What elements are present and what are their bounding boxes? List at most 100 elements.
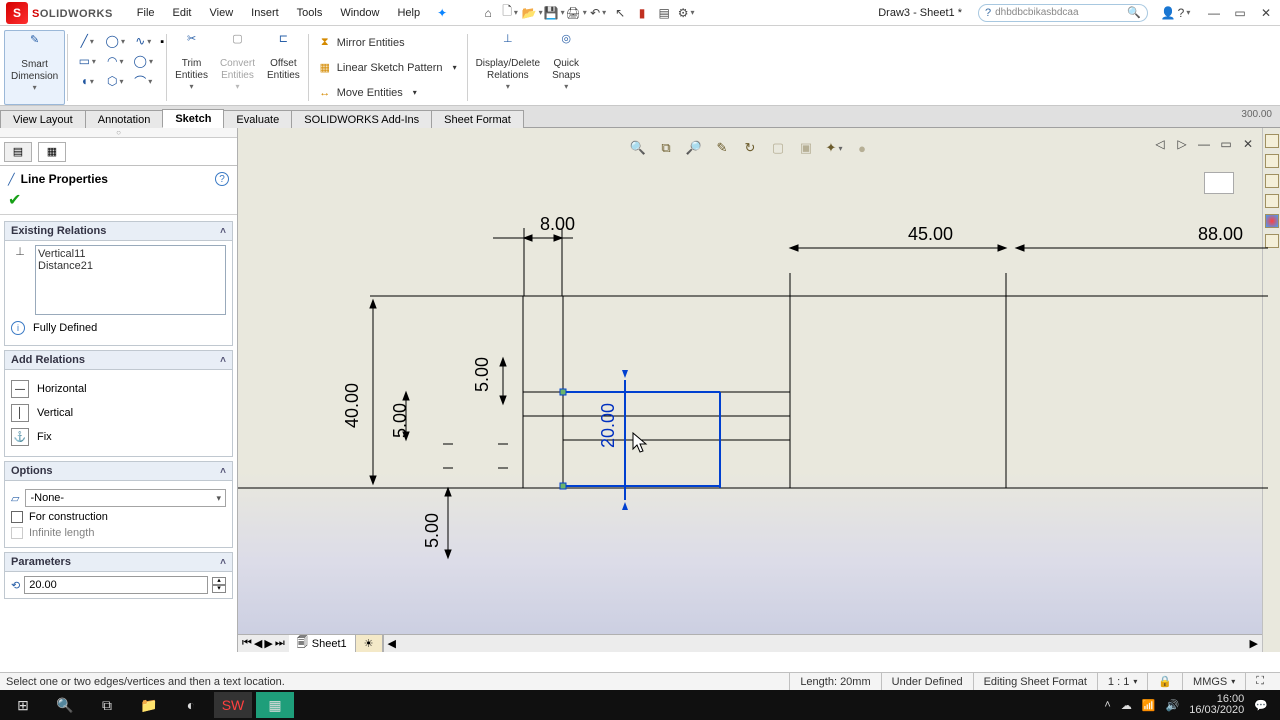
taskbar-search-icon[interactable]: 🔍	[46, 692, 84, 718]
convert-entities-button[interactable]: ▢Convert Entities▾	[214, 30, 261, 105]
fillet-tool[interactable]: ⌒	[132, 72, 154, 90]
section-add-relations[interactable]: Add Relations˄	[4, 350, 233, 370]
add-sheet-button[interactable]: ☀	[356, 635, 383, 652]
status-lock-icon[interactable]: 🔒	[1147, 673, 1182, 690]
panel-grip[interactable]: ○	[0, 128, 237, 138]
line-tool[interactable]: ╱	[76, 32, 98, 50]
menu-tools[interactable]: Tools	[297, 7, 323, 19]
sheet-tab-1[interactable]: 🗐Sheet1	[289, 635, 356, 652]
point-tool[interactable]: ▪	[160, 36, 164, 48]
tab-addins[interactable]: SOLIDWORKS Add-Ins	[291, 110, 432, 128]
sheet-next-icon[interactable]: ▶	[264, 637, 272, 650]
menu-file[interactable]: File	[137, 7, 155, 19]
options-list-icon[interactable]: ▤	[656, 5, 672, 21]
sheet-last-icon[interactable]: ⏭	[275, 637, 285, 650]
smart-dimension-button[interactable]: ✎ Smart Dimension ▾	[4, 30, 65, 105]
options-select[interactable]: -None-	[25, 489, 226, 507]
sheet-first-icon[interactable]: ⏮	[242, 637, 252, 650]
doc-prev-icon[interactable]: ◁	[1152, 136, 1168, 152]
pm-tab-feature[interactable]: ▤	[4, 142, 32, 162]
h-scrollbar[interactable]: ◀▶	[383, 635, 1263, 652]
trim-entities-button[interactable]: ✂Trim Entities▾	[169, 30, 214, 105]
doc-max-icon[interactable]: ▭	[1218, 136, 1234, 152]
restore-button[interactable]: ▭	[1232, 5, 1248, 21]
polygon-tool[interactable]: ⬡	[104, 72, 126, 90]
status-units[interactable]: MMGS ▾	[1182, 673, 1245, 690]
app-taskbar-icon[interactable]: ▦	[256, 692, 294, 718]
quick-snaps-button[interactable]: ◎Quick Snaps▾	[546, 30, 586, 105]
status-maximize-icon[interactable]: ⛶	[1245, 673, 1274, 690]
infinite-length-checkbox[interactable]: Infinite length	[11, 527, 226, 539]
tab-evaluate[interactable]: Evaluate	[223, 110, 292, 128]
tab-sketch[interactable]: Sketch	[162, 109, 224, 128]
parameter-length-input[interactable]	[24, 576, 208, 594]
help-dropdown-icon[interactable]: ?	[1176, 5, 1192, 21]
menu-help[interactable]: Help	[397, 7, 420, 19]
save-icon[interactable]: 💾	[546, 5, 562, 21]
ellipse-tool[interactable]: ◯	[132, 52, 154, 70]
tray-notifications-icon[interactable]: 💬	[1254, 699, 1268, 712]
slot-tool[interactable]: ◖	[76, 72, 98, 90]
rebuild-icon[interactable]: ▮	[634, 5, 650, 21]
add-vertical-button[interactable]: │Vertical	[11, 404, 226, 422]
task-view-icon[interactable]: ⧉	[88, 692, 126, 718]
section-existing-relations[interactable]: Existing Relations˄	[4, 221, 233, 241]
menu-insert[interactable]: Insert	[251, 7, 279, 19]
menu-view[interactable]: View	[210, 7, 234, 19]
for-construction-checkbox[interactable]: For construction	[11, 511, 226, 523]
minimize-button[interactable]: —	[1206, 5, 1222, 21]
linear-pattern-button[interactable]: ▦Linear Sketch Pattern▾	[315, 57, 461, 79]
pin-icon[interactable]: ✦	[434, 5, 450, 21]
tray-cloud-icon[interactable]: ☁	[1121, 699, 1132, 712]
search-box[interactable]: ? 🔍	[978, 4, 1148, 22]
section-options[interactable]: Options˄	[4, 461, 233, 481]
section-parameters[interactable]: Parameters˄	[4, 552, 233, 572]
add-fix-button[interactable]: ⚓Fix	[11, 428, 226, 446]
status-scale[interactable]: 1 : 1 ▾	[1097, 673, 1147, 690]
doc-min-icon[interactable]: —	[1196, 136, 1212, 152]
tab-annotation[interactable]: Annotation	[85, 110, 164, 128]
pm-tab-property[interactable]: ▦	[38, 142, 66, 162]
add-horizontal-button[interactable]: —Horizontal	[11, 380, 226, 398]
open-icon[interactable]: 📂	[524, 5, 540, 21]
tab-view-layout[interactable]: View Layout	[0, 110, 86, 128]
mirror-entities-button[interactable]: ⧗Mirror Entities	[315, 32, 461, 54]
move-entities-button[interactable]: ↔Move Entities▾	[315, 82, 461, 104]
drawing-canvas[interactable]: 🔍 ⧉ 🔎 ✎ ↻ ▢ ▣ ✦ ●	[238, 128, 1262, 652]
arc-tool[interactable]: ◠	[104, 52, 126, 70]
new-icon[interactable]: 🗋	[502, 5, 518, 21]
search-input[interactable]	[995, 7, 1127, 18]
sheet-prev-icon[interactable]: ◀	[254, 637, 262, 650]
tray-up-icon[interactable]: ˄	[1104, 699, 1110, 711]
tray-volume-icon[interactable]: 🔊	[1166, 699, 1180, 712]
display-relations-button[interactable]: ⊥Display/Delete Relations▾	[470, 30, 546, 105]
file-explorer-icon[interactable]: 📁	[130, 692, 168, 718]
pm-ok-button[interactable]: ✔	[0, 186, 237, 215]
user-icon[interactable]: 👤	[1160, 5, 1176, 21]
orientation-cube[interactable]	[1204, 172, 1234, 194]
offset-entities-button[interactable]: ⊏Offset Entities	[261, 30, 306, 105]
tray-wifi-icon[interactable]: 📶	[1142, 699, 1156, 712]
doc-close-icon[interactable]: ✕	[1240, 136, 1256, 152]
tray-clock[interactable]: 16:0016/03/2020	[1189, 694, 1244, 716]
close-button[interactable]: ✕	[1258, 5, 1274, 21]
spline-tool[interactable]: ∿	[132, 32, 154, 50]
doc-next-icon[interactable]: ▷	[1174, 136, 1190, 152]
select-icon[interactable]: ↖	[612, 5, 628, 21]
home-icon[interactable]: ⌂	[480, 5, 496, 21]
tab-sheet-format[interactable]: Sheet Format	[431, 110, 524, 128]
endpoint-handle[interactable]	[560, 389, 566, 395]
rectangle-tool[interactable]: ▭	[76, 52, 98, 70]
existing-relations-list[interactable]: Vertical11Distance21	[35, 245, 226, 315]
settings-icon[interactable]: ⚙	[678, 5, 694, 21]
endpoint-handle[interactable]	[560, 483, 566, 489]
circle-tool[interactable]: ◯	[104, 32, 126, 50]
menu-edit[interactable]: Edit	[173, 7, 192, 19]
solidworks-taskbar-icon[interactable]: SW	[214, 692, 252, 718]
parameter-spinner[interactable]: ▴▾	[212, 577, 226, 593]
chrome-icon[interactable]: ◐	[172, 692, 210, 718]
start-button[interactable]: ⊞	[4, 692, 42, 718]
search-icon[interactable]: 🔍	[1127, 6, 1141, 19]
pm-help-icon[interactable]: ?	[215, 172, 229, 186]
print-icon[interactable]: 🖨	[568, 5, 584, 21]
